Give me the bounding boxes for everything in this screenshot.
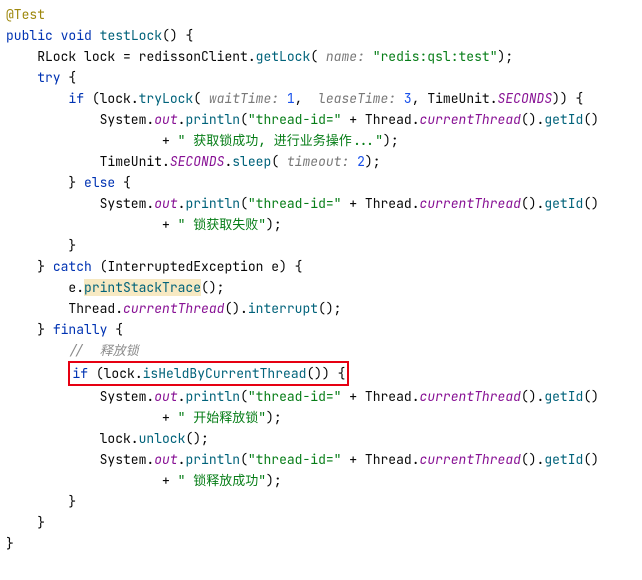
code-line: System.out.println("thread-id=" + Thread… [0,386,642,407]
code-line: public void testLock() { [0,25,642,46]
call: getId [544,388,583,405]
exc-var: e [271,258,279,275]
kw-finally: finally [53,321,108,338]
call: currentThread [420,388,521,405]
param-hint: leaseTime: [318,90,396,107]
field: out [154,111,177,128]
call: interrupt [248,300,318,317]
class: TimeUnit [427,90,489,107]
num: 1 [287,90,295,107]
var: lock [84,48,115,65]
annotation: @Test [6,6,45,23]
class: System [100,451,147,468]
param-hint: waitTime: [209,90,279,107]
code-line: Thread.currentThread().interrupt(); [0,298,642,319]
code-line: } finally { [0,319,642,340]
kw-if: if [72,365,88,382]
num: 2 [357,153,365,170]
code-line: System.out.println("thread-id=" + Thread… [0,449,642,470]
code-block: @Test public void testLock() { RLock loc… [0,4,642,554]
call: println [185,451,240,468]
code-line: + " 锁获取失败"); [0,214,642,235]
call: currentThread [420,111,521,128]
kw-try: try [37,69,60,86]
class: System [100,195,147,212]
call: sleep [232,153,271,170]
class: Thread [365,388,412,405]
call: unlock [139,430,186,447]
class: TimeUnit [100,153,162,170]
code-line: // 释放锁 [0,340,642,361]
call: println [185,111,240,128]
kw-catch: catch [53,258,92,275]
string: " 锁获取失败" [178,216,266,233]
param-hint: name: [326,48,365,65]
call: tryLock [139,90,194,107]
call: println [185,388,240,405]
field: SECONDS [498,90,553,107]
code-line: TimeUnit.SECONDS.sleep( timeout: 2); [0,151,642,172]
call: println [185,195,240,212]
call: currentThread [123,300,224,317]
call: getId [544,111,583,128]
code-line: System.out.println("thread-id=" + Thread… [0,193,642,214]
code-line: + " 获取锁成功, 进行业务操作..."); [0,130,642,151]
field: out [154,451,177,468]
code-line: + " 开始释放锁"); [0,407,642,428]
code-line: if (lock.tryLock( waitTime: 1, leaseTime… [0,88,642,109]
string: " 开始释放锁" [178,409,266,426]
num: 3 [404,90,412,107]
code-line: e.printStackTrace(); [0,277,642,298]
string: "thread-id=" [248,451,342,468]
string: " 获取锁成功, 进行业务操作..." [178,132,383,149]
code-line: @Test [0,4,642,25]
field: SECONDS [170,153,225,170]
call: currentThread [420,195,521,212]
call: getLock [256,48,311,65]
string: "redis:qsl:test" [373,48,498,65]
method-name: testLock [100,27,162,44]
expr: redissonClient. [139,48,256,65]
call: isHeldByCurrentThread [143,365,307,382]
code-line: } else { [0,172,642,193]
kw-if: if [68,90,84,107]
code-line: } [0,533,642,554]
class: System [100,111,147,128]
string: " 锁释放成功" [178,472,266,489]
class: Thread [365,451,412,468]
code-line: System.out.println("thread-id=" + Thread… [0,109,642,130]
class: Thread [365,195,412,212]
field: out [154,388,177,405]
kw-public: public [6,27,53,44]
code-line: RLock lock = redissonClient.getLock( nam… [0,46,642,67]
field: out [154,195,177,212]
param-hint: timeout: [287,153,349,170]
code-line: + " 锁释放成功"); [0,470,642,491]
code-line: } catch (InterruptedException e) { [0,256,642,277]
type: RLock [37,48,76,65]
highlight-box: if (lock.isHeldByCurrentThread()) { [68,361,349,386]
call: getId [544,195,583,212]
exc-type: InterruptedException [107,258,263,275]
string: "thread-id=" [248,111,342,128]
kw-else: else [84,174,115,191]
code-line: } [0,491,642,512]
class: Thread [68,300,115,317]
call-highlighted: printStackTrace [84,279,201,296]
code-line-highlighted: if (lock.isHeldByCurrentThread()) { [0,361,642,386]
string: "thread-id=" [248,388,342,405]
class: System [100,388,147,405]
class: Thread [365,111,412,128]
code-line: lock.unlock(); [0,428,642,449]
code-line: } [0,235,642,256]
string: "thread-id=" [248,195,342,212]
code-line: try { [0,67,642,88]
comment: // 释放锁 [68,342,138,359]
params: () [162,27,178,44]
call: getId [544,451,583,468]
call: currentThread [420,451,521,468]
code-line: } [0,512,642,533]
kw-void: void [61,27,92,44]
